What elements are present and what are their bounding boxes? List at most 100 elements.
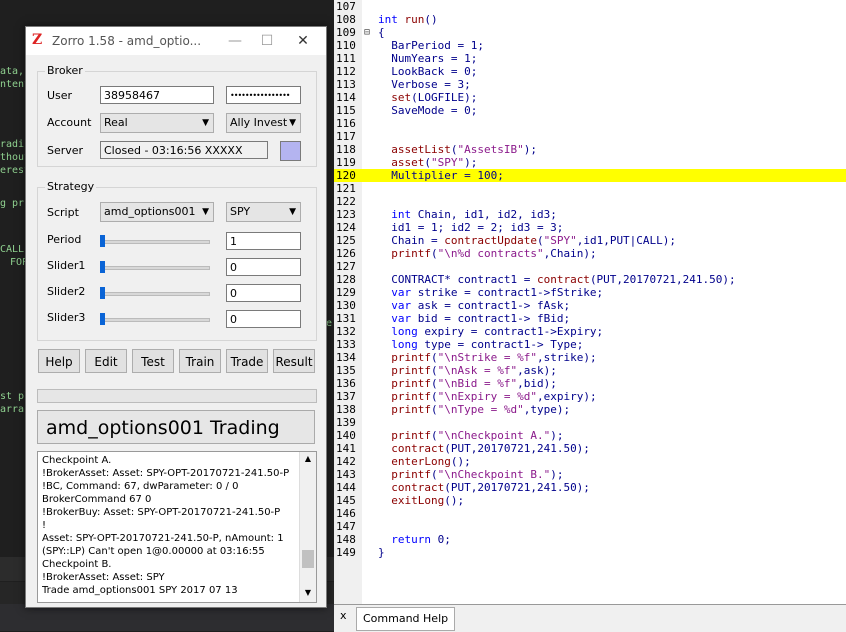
slider-thumb[interactable]	[100, 287, 105, 299]
line-number: 121	[336, 182, 356, 195]
script-select[interactable]: amd_options001 ▼	[100, 202, 214, 222]
user-label: User	[47, 89, 73, 102]
scroll-thumb[interactable]	[302, 550, 314, 568]
line-code: CONTRACT* contract1 = contract(PUT,20170…	[378, 273, 736, 286]
line-number: 145	[336, 494, 356, 507]
help-button[interactable]: Help	[38, 349, 80, 373]
line-number: 124	[336, 221, 356, 234]
message-log[interactable]: Checkpoint A. !BrokerAsset: Asset: SPY-OP…	[37, 451, 317, 603]
line-number: 113	[336, 78, 356, 91]
log-line: Asset: SPY-OPT-20170721-241.50-P, nAmoun…	[42, 533, 284, 544]
line-code: id1 = 1; id2 = 2; id3 = 3;	[378, 221, 564, 234]
password-field[interactable]: ••••••••••••••••	[226, 86, 301, 104]
line-number: 136	[336, 377, 356, 390]
edit-button[interactable]: Edit	[85, 349, 127, 373]
line-number: 141	[336, 442, 356, 455]
line-number: 131	[336, 312, 356, 325]
line-number: 118	[336, 143, 356, 156]
line-number: 146	[336, 507, 356, 520]
line-number: 115	[336, 104, 356, 117]
code-line: 116	[334, 117, 846, 130]
bg-fragment: arra	[0, 404, 25, 415]
line-code: Verbose = 3;	[378, 78, 471, 91]
zorro-logo-icon: Z	[32, 32, 43, 48]
code-line: 148 return 0;	[334, 533, 846, 546]
code-editor[interactable]: 107 108 int run() 109{⊟ 110 BarPeriod = 1; 11…	[334, 0, 846, 604]
log-line: !BrokerAsset: Asset: SPY-OPT-20170721-24…	[42, 468, 290, 479]
code-line: 125 Chain = contractUpdate("SPY",id1,PUT…	[334, 234, 846, 247]
line-number: 114	[336, 91, 356, 104]
code-line: 109 { ⊟	[334, 26, 846, 39]
account-select[interactable]: Real ▼	[100, 113, 214, 133]
code-line: 110 BarPeriod = 1;	[334, 39, 846, 52]
code-line: 147	[334, 520, 846, 533]
line-number: 111	[336, 52, 356, 65]
minimize-icon[interactable]: —	[222, 31, 248, 51]
line-code: BarPeriod = 1;	[378, 39, 484, 52]
scroll-up-icon[interactable]: ▲	[300, 452, 316, 466]
slider-thumb[interactable]	[100, 261, 105, 273]
slider3-field[interactable]: 0	[226, 310, 301, 328]
line-code: LookBack = 0;	[378, 65, 478, 78]
train-button[interactable]: Train	[179, 349, 221, 373]
code-line: 127	[334, 260, 846, 273]
line-code: Chain = contractUpdate("SPY",id1,PUT|CAL…	[378, 234, 677, 247]
code-line: 131 var bid = contract1-> fBid;	[334, 312, 846, 325]
log-line: Checkpoint A.	[42, 455, 112, 466]
line-code: exitLong();	[391, 494, 465, 507]
close-icon[interactable]: x	[340, 609, 347, 622]
code-line: 122	[334, 195, 846, 208]
log-line: BrokerCommand 67 0	[42, 494, 152, 505]
broker-select-value: Ally Invest	[230, 116, 288, 129]
line-number: 109	[336, 26, 356, 39]
period-slider[interactable]	[100, 235, 210, 247]
bg-tab-bar	[0, 604, 334, 631]
test-button[interactable]: Test	[132, 349, 174, 373]
slider3[interactable]	[100, 313, 210, 325]
slider-thumb[interactable]	[100, 235, 105, 247]
line-number: 112	[336, 65, 356, 78]
line-code: printf("\nCheckpoint A.");	[391, 429, 564, 442]
code-line: 136 printf("\nBid = %f",bid);	[334, 377, 846, 390]
bg-fragment: CALL	[0, 244, 25, 255]
strategy-group-label: Strategy	[45, 180, 97, 193]
trade-button[interactable]: Trade	[226, 349, 268, 373]
slider2-field[interactable]: 0	[226, 284, 301, 302]
broker-select[interactable]: Ally Invest ▼	[226, 113, 301, 133]
asset-select[interactable]: SPY ▼	[226, 202, 301, 222]
code-line: 140 printf("\nCheckpoint A.");	[334, 429, 846, 442]
period-field[interactable]: 1	[226, 232, 301, 250]
line-number: 117	[336, 130, 356, 143]
code-line: 129 var strike = contract1->fStrike;	[334, 286, 846, 299]
line-code: {	[378, 26, 385, 39]
line-number: 135	[336, 364, 356, 377]
zorro-dialog: Z Zorro 1.58 - amd_optio... — ☐ ✕ Broker…	[25, 26, 327, 608]
line-number: 144	[336, 481, 356, 494]
code-line: 135 printf("\nAsk = %f",ask);	[334, 364, 846, 377]
scroll-down-icon[interactable]: ▼	[300, 586, 316, 600]
result-button[interactable]: Result	[273, 349, 315, 373]
line-code: int Chain, id1, id2, id3;	[391, 208, 557, 221]
log-line: Checkpoint B.	[42, 559, 112, 570]
slider1-field[interactable]: 0	[226, 258, 301, 276]
line-code: printf("\nType = %d",type);	[391, 403, 571, 416]
close-icon[interactable]: ✕	[290, 31, 316, 51]
user-field[interactable]: 38958467	[100, 86, 214, 104]
fold-toggle-icon[interactable]: ⊟	[364, 26, 370, 39]
log-scrollbar[interactable]: ▲ ▼	[299, 452, 316, 602]
maximize-icon[interactable]: ☐	[254, 31, 280, 51]
slider-thumb[interactable]	[100, 313, 105, 325]
line-number: 142	[336, 455, 356, 468]
bg-fragment: g pr	[0, 198, 25, 209]
slider2[interactable]	[100, 287, 210, 299]
code-line: 113 Verbose = 3;	[334, 78, 846, 91]
line-number: 139	[336, 416, 356, 429]
line-code: assetList("AssetsIB");	[391, 143, 537, 156]
line-code: set(LOGFILE);	[391, 91, 478, 104]
line-code: NumYears = 1;	[378, 52, 478, 65]
tab-command-help[interactable]: Command Help	[356, 607, 456, 631]
log-line: !BrokerAsset: Asset: SPY	[42, 572, 165, 583]
line-number: 138	[336, 403, 356, 416]
slider1[interactable]	[100, 261, 210, 273]
server-label: Server	[47, 144, 84, 157]
